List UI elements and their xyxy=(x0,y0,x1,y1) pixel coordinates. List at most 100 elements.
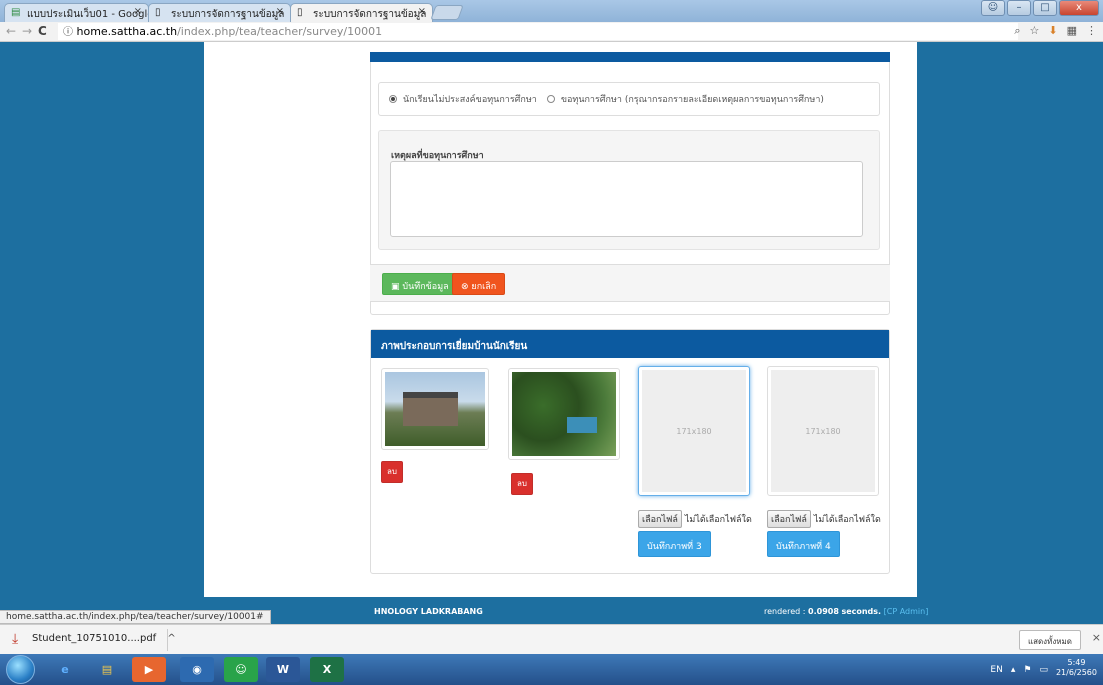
choose-file-button[interactable]: เลือกไฟล์ xyxy=(638,510,682,528)
close-icon[interactable]: × xyxy=(1092,631,1101,644)
browser-tab-3[interactable]: ▯ ระบบการจัดการฐานข้อมูล × xyxy=(290,3,433,22)
url-host: home.sattha.ac.th xyxy=(76,25,178,38)
excel-icon[interactable]: X xyxy=(310,657,344,682)
reason-section: เหตุผลที่ขอทุนการศึกษา xyxy=(378,130,880,250)
status-url: home.sattha.ac.th/index.php/tea/teacher/… xyxy=(0,610,271,624)
network-icon[interactable]: ▭ xyxy=(1039,665,1048,675)
show-all-downloads-button[interactable]: แสดงทั้งหมด xyxy=(1018,630,1081,650)
home-visit-photos-panel: ภาพประกอบการเยี่ยมบ้านนักเรียน ลบ ลบ 171… xyxy=(370,329,890,574)
download-file-name: Student_10751010....pdf xyxy=(32,633,157,644)
footer-org: HNOLOGY LADKRABANG xyxy=(374,607,483,616)
rendered-suffix: seconds. xyxy=(841,607,882,616)
internet-explorer-icon[interactable]: e xyxy=(48,657,82,682)
url-path: /index.php/tea/teacher/survey/10001 xyxy=(177,25,383,38)
extension-icon[interactable]: ▦ xyxy=(1067,24,1077,38)
reason-label: เหตุผลที่ขอทุนการศึกษา xyxy=(391,151,484,161)
scholarship-radio-group: นักเรียนไม่ประสงค์ขอทุนการศึกษา ขอทุนการ… xyxy=(378,82,880,116)
save-label: บันทึกข้อมูล xyxy=(402,282,449,292)
photo-4-slot[interactable]: 171x180 xyxy=(767,366,879,496)
radio-label-no-scholarship: นักเรียนไม่ประสงค์ขอทุนการศึกษา xyxy=(403,95,537,105)
photo-2 xyxy=(508,368,620,460)
back-arrow-icon[interactable]: ← xyxy=(6,24,16,38)
media-player-icon[interactable]: ▶ xyxy=(132,657,166,682)
footer-rendered: rendered : 0.0908 seconds. [CP Admin] xyxy=(764,607,928,616)
save-icon: ▣ xyxy=(391,282,400,292)
window-controls: ☺ – □ x xyxy=(981,0,1099,18)
address-bar[interactable]: ⓘ home.sattha.ac.th/index.php/tea/teache… xyxy=(58,23,1018,40)
page-content: นักเรียนไม่ประสงค์ขอทุนการศึกษา ขอทุนการ… xyxy=(204,42,917,597)
info-icon[interactable]: ⓘ xyxy=(63,27,73,38)
house-photo xyxy=(385,372,485,446)
line-app-icon[interactable]: ☺ xyxy=(224,657,258,682)
rendered-time: 0.0908 xyxy=(808,607,839,616)
browser-tab-title: แบบประเมินเว็บ01 - Google xyxy=(27,9,149,20)
clock-time: 5:49 xyxy=(1067,658,1086,667)
chrome-icon[interactable]: ◉ xyxy=(180,657,214,682)
delete-photo-2-button[interactable]: ลบ xyxy=(511,473,533,495)
radio-request-scholarship[interactable] xyxy=(546,95,555,103)
close-icon[interactable]: × xyxy=(276,6,284,17)
close-icon[interactable]: × xyxy=(418,6,426,17)
garden-photo xyxy=(512,372,616,456)
upload-photo-4-button[interactable]: บันทึกภาพที่ 4 xyxy=(767,531,840,557)
no-file-text: ไม่ได้เลือกไฟล์ใด xyxy=(813,515,881,525)
browser-toolbar: ← → C ⓘ home.sattha.ac.th/index.php/tea/… xyxy=(0,22,1103,42)
language-indicator[interactable]: EN xyxy=(990,665,1002,675)
radio-label-request-scholarship: ขอทุนการศึกษา (กรุณากรอกรายละเอียดเหตุผล… xyxy=(560,95,824,105)
pdf-icon: ⤓ xyxy=(12,631,19,647)
new-tab-button[interactable] xyxy=(430,5,464,20)
choose-file-button[interactable]: เลือกไฟล์ xyxy=(767,510,811,528)
zoom-icon[interactable]: ⌕ xyxy=(1014,24,1020,38)
download-item[interactable]: ⤓ Student_10751010....pdf ^ xyxy=(8,629,176,651)
windows-taskbar: e ▤ ▶ ◉ ☺ W X EN ▴ ⚑ ▭ 5:49 21/6/2560 xyxy=(0,654,1103,685)
radio-no-scholarship[interactable] xyxy=(389,95,397,103)
maximize-icon[interactable]: □ xyxy=(1033,0,1057,16)
photo-1 xyxy=(381,368,489,450)
close-window-icon[interactable]: x xyxy=(1059,0,1099,16)
form-actions: ▣ บันทึกข้อมูล ⊗ ยกเลิก xyxy=(370,264,890,302)
google-sheets-icon: ▤ xyxy=(11,7,21,18)
delete-photo-1-button[interactable]: ลบ xyxy=(381,461,403,483)
clock-date: 21/6/2560 xyxy=(1055,668,1097,677)
clock[interactable]: 5:49 21/6/2560 xyxy=(1056,658,1097,678)
close-icon[interactable]: × xyxy=(134,6,142,17)
photo-4-placeholder: 171x180 xyxy=(771,370,875,492)
page-icon: ▯ xyxy=(155,7,161,18)
system-tray: EN ▴ ⚑ ▭ 5:49 21/6/2560 xyxy=(990,658,1097,678)
reload-icon[interactable]: C xyxy=(38,24,47,38)
menu-icon[interactable]: ⋮ xyxy=(1086,24,1097,38)
cancel-icon: ⊗ xyxy=(461,282,469,292)
star-icon[interactable]: ☆ xyxy=(1030,24,1040,38)
minimize-icon[interactable]: – xyxy=(1007,0,1031,16)
browser-tab-title: ระบบการจัดการฐานข้อมูล xyxy=(171,9,285,20)
page-icon: ▯ xyxy=(297,7,303,18)
browser-tab-title: ระบบการจัดการฐานข้อมูล xyxy=(313,9,427,20)
reason-textarea[interactable] xyxy=(390,161,863,237)
save-button[interactable]: ▣ บันทึกข้อมูล xyxy=(382,273,458,295)
cancel-button[interactable]: ⊗ ยกเลิก xyxy=(452,273,506,295)
photo-3-file-input[interactable]: เลือกไฟล์ ไม่ได้เลือกไฟล์ใด xyxy=(638,510,752,528)
cancel-label: ยกเลิก xyxy=(471,282,497,292)
flag-icon[interactable]: ⚑ xyxy=(1023,665,1031,675)
cp-admin-link[interactable]: [CP Admin] xyxy=(884,607,929,616)
chevron-up-icon[interactable]: ^ xyxy=(167,633,175,644)
browser-tab-strip: ▤ แบบประเมินเว็บ01 - Google × ▯ ระบบการจ… xyxy=(0,0,1103,22)
photo-3-placeholder: 171x180 xyxy=(642,370,746,492)
photos-heading: ภาพประกอบการเยี่ยมบ้านนักเรียน xyxy=(371,330,889,358)
file-explorer-icon[interactable]: ▤ xyxy=(90,657,124,682)
photo-3-slot[interactable]: 171x180 xyxy=(638,366,750,496)
browser-tab-2[interactable]: ▯ ระบบการจัดการฐานข้อมูล × xyxy=(148,3,291,22)
site-footer: HNOLOGY LADKRABANG rendered : 0.0908 sec… xyxy=(204,597,928,624)
no-file-text: ไม่ได้เลือกไฟล์ใด xyxy=(684,515,752,525)
profile-icon[interactable]: ☺ xyxy=(981,0,1005,16)
upload-photo-3-button[interactable]: บันทึกภาพที่ 3 xyxy=(638,531,711,557)
start-button[interactable] xyxy=(6,655,35,684)
download-icon[interactable]: ⬇ xyxy=(1048,24,1057,38)
forward-arrow-icon[interactable]: → xyxy=(22,24,32,38)
photo-4-file-input[interactable]: เลือกไฟล์ ไม่ได้เลือกไฟล์ใด xyxy=(767,510,881,528)
rendered-prefix: rendered : xyxy=(764,607,806,616)
browser-tab-1[interactable]: ▤ แบบประเมินเว็บ01 - Google × xyxy=(4,3,149,22)
chevron-up-icon[interactable]: ▴ xyxy=(1011,665,1016,675)
word-icon[interactable]: W xyxy=(266,657,300,682)
toolbar-icons: ⌕ ☆ ⬇ ▦ ⋮ xyxy=(1014,24,1097,38)
